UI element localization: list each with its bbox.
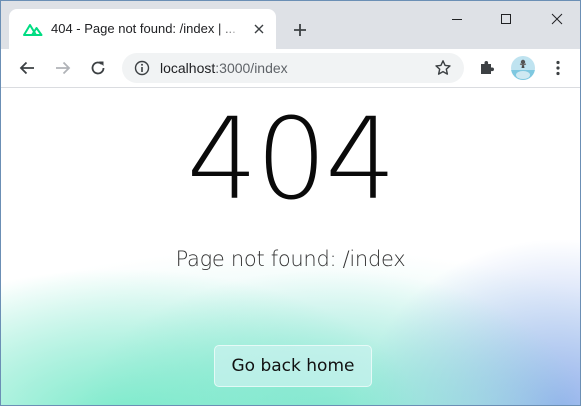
url-host: localhost: [160, 60, 216, 76]
error-message: Page not found: /index: [175, 247, 406, 271]
tab-active[interactable]: 404 - Page not found: /index | ...: [9, 9, 276, 49]
bookmark-star-icon[interactable]: [434, 59, 452, 77]
maximize-icon[interactable]: [494, 7, 518, 31]
profile-avatar[interactable]: [511, 56, 535, 80]
reload-icon[interactable]: [86, 56, 110, 80]
minimize-icon[interactable]: [445, 7, 469, 31]
back-icon[interactable]: [15, 56, 39, 80]
nuxt-logo-icon: [23, 24, 43, 36]
address-bar[interactable]: localhost:3000/index: [122, 53, 464, 83]
extensions-icon[interactable]: [475, 56, 499, 80]
url-text[interactable]: localhost:3000/index: [160, 53, 288, 83]
tab-title-fade: [219, 9, 249, 49]
page-content: 404 Page not found: /index Go back home: [1, 89, 580, 405]
more-menu-icon[interactable]: [546, 56, 570, 80]
browser-window: 404 - Page not found: /index | ... local…: [0, 0, 581, 406]
new-tab-icon[interactable]: [288, 18, 312, 42]
forward-icon[interactable]: [51, 56, 75, 80]
toolbar: localhost:3000/index: [1, 49, 580, 88]
tab-close-icon[interactable]: [251, 21, 267, 37]
close-window-icon[interactable]: [545, 7, 569, 31]
error-code: 404: [186, 95, 397, 225]
go-back-home-button[interactable]: Go back home: [214, 345, 372, 387]
site-info-icon[interactable]: [134, 60, 150, 76]
tab-strip: 404 - Page not found: /index | ...: [1, 1, 580, 49]
url-path: :3000/index: [215, 60, 288, 76]
